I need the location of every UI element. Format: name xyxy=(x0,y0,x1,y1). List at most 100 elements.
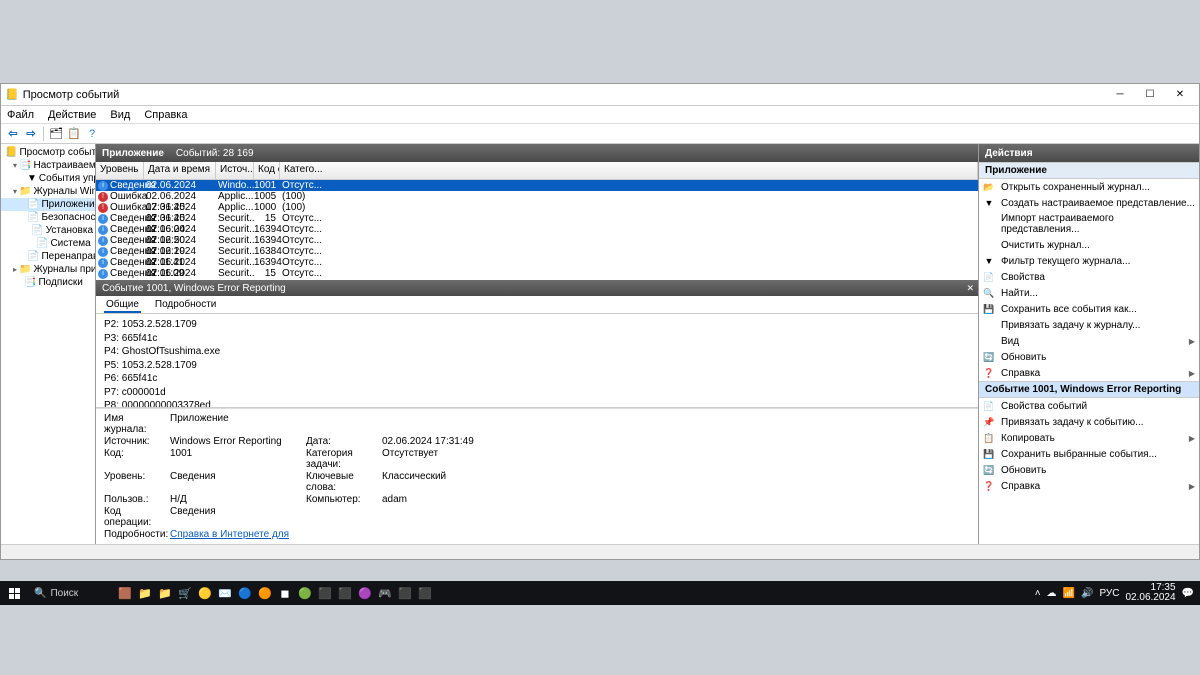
sound-icon[interactable]: 🔊 xyxy=(1081,588,1093,599)
action-item[interactable]: 📄Свойства событий xyxy=(979,398,1199,414)
menu-action[interactable]: Действие xyxy=(48,109,96,121)
grid-body[interactable]: iСведения02.06.2024 17:31:49Windo...1001… xyxy=(96,180,978,280)
detail-close-icon[interactable]: ✕ xyxy=(966,283,974,294)
h-scrollbar[interactable] xyxy=(1,544,1199,559)
tree-security[interactable]: 📄 Безопасность xyxy=(1,211,95,224)
menu-file[interactable]: Файл xyxy=(7,109,34,121)
tree-system[interactable]: 📄 Система xyxy=(1,237,95,250)
action-label: Привязать задачу к журналу... xyxy=(1001,320,1140,331)
tree-icon[interactable]: 🗂 xyxy=(48,126,64,142)
action-item[interactable]: 📌Привязать задачу к событию... xyxy=(979,414,1199,430)
taskbar-app-icon[interactable]: 🟫 xyxy=(116,584,134,602)
notifications-icon[interactable]: 💬 xyxy=(1182,588,1194,599)
system-tray[interactable]: ˄ ☁ 📶 🔊 РУС 17:35 02.06.2024 💬 xyxy=(1035,583,1200,604)
network-icon[interactable]: 📶 xyxy=(1063,588,1075,599)
tree-pane[interactable]: 📒 Просмотр событий (Локальн ▾📑 Настраива… xyxy=(1,144,96,544)
action-item[interactable]: 📋Копировать▶ xyxy=(979,430,1199,446)
action-item[interactable]: Вид▶ xyxy=(979,333,1199,349)
taskbar[interactable]: 🔍Поиск 🟫📁📁🛒🟡✉️🔵🟠◼🟢⬛⬛🟣🎮⬛⬛ ˄ ☁ 📶 🔊 РУС 17:… xyxy=(0,581,1200,605)
tab-details[interactable]: Подробности xyxy=(153,299,218,313)
tree-custom-views[interactable]: ▾📑 Настраиваемые представл xyxy=(1,159,95,172)
action-item[interactable]: ❓Справка▶ xyxy=(979,478,1199,494)
clock[interactable]: 17:35 02.06.2024 xyxy=(1125,583,1175,604)
col-code[interactable]: Код со... xyxy=(254,162,280,179)
taskbar-app-icon[interactable]: ◼ xyxy=(276,584,294,602)
table-row[interactable]: iСведения02.06.2024 17:10:57Securit...15… xyxy=(96,268,978,279)
taskbar-search[interactable]: 🔍Поиск xyxy=(28,588,108,599)
col-category[interactable]: Катего... xyxy=(280,162,978,179)
cloud-icon[interactable]: ☁ xyxy=(1047,588,1057,599)
taskbar-app-icon[interactable]: ⬛ xyxy=(316,584,334,602)
start-button[interactable] xyxy=(0,581,28,605)
taskbar-app-icon[interactable]: 🔵 xyxy=(236,584,254,602)
tree-windows-logs[interactable]: ▾📁 Журналы Windows xyxy=(1,185,95,198)
action-item[interactable]: 📄Свойства xyxy=(979,269,1199,285)
action-item[interactable]: 🔍Найти... xyxy=(979,285,1199,301)
menu-view[interactable]: Вид xyxy=(110,109,130,121)
info-icon: i xyxy=(98,181,108,191)
tree-forwarded[interactable]: 📄 Перенаправленные соб xyxy=(1,250,95,263)
help-icon[interactable]: ? xyxy=(84,126,100,142)
action-item[interactable]: Импорт настраиваемого представления... xyxy=(979,211,1199,237)
table-row[interactable]: !Ошибка02.06.2024 17:31:45Applic...1005(… xyxy=(96,191,978,202)
maximize-button[interactable]: ☐ xyxy=(1135,86,1165,104)
tab-general[interactable]: Общие xyxy=(104,299,141,313)
action-item[interactable]: 📂Открыть сохраненный журнал... xyxy=(979,179,1199,195)
table-row[interactable]: !Ошибка02.06.2024 17:31:45Applic...1000(… xyxy=(96,202,978,213)
table-row[interactable]: iСведения02.06.2024 17:16:04Securit...15… xyxy=(96,213,978,224)
tree-root[interactable]: 📒 Просмотр событий (Локальн xyxy=(1,146,95,159)
grid-columns[interactable]: Уровень Дата и время Источ... Код со... … xyxy=(96,162,978,180)
prop-opcode-value: Сведения xyxy=(170,506,502,528)
table-row[interactable]: iСведения02.06.2024 17:31:49Windo...1001… xyxy=(96,180,978,191)
more-help-link[interactable]: Справка в Интернете для xyxy=(170,529,289,540)
taskbar-app-icon[interactable]: 🟣 xyxy=(356,584,374,602)
forward-icon[interactable]: ⇨ xyxy=(23,126,39,142)
detail-body[interactable]: P2: 1053.2.528.1709P3: 665f41cP4: GhostO… xyxy=(96,314,978,408)
taskbar-app-icon[interactable]: 🛒 xyxy=(176,584,194,602)
taskbar-app-icon[interactable]: 🎮 xyxy=(376,584,394,602)
taskbar-app-icon[interactable]: 📁 xyxy=(136,584,154,602)
taskbar-app-icon[interactable]: ⬛ xyxy=(396,584,414,602)
action-item[interactable]: 💾Сохранить все события как... xyxy=(979,301,1199,317)
detail-header[interactable]: Событие 1001, Windows Error Reporting ✕ xyxy=(96,280,978,296)
action-item[interactable]: 🔄Обновить xyxy=(979,349,1199,365)
prop-source-value: Windows Error Reporting xyxy=(170,436,300,447)
taskbar-app-icon[interactable]: 🟢 xyxy=(296,584,314,602)
taskbar-app-icon[interactable]: 🟡 xyxy=(196,584,214,602)
table-row[interactable]: iСведения02.06.2024 17:11:41Securit...16… xyxy=(96,246,978,257)
col-source[interactable]: Источ... xyxy=(216,162,254,179)
tree-apps-services[interactable]: ▸📁 Журналы приложений и сл xyxy=(1,263,95,276)
action-item[interactable]: ❓Справка▶ xyxy=(979,365,1199,381)
taskbar-app-icon[interactable]: 📁 xyxy=(156,584,174,602)
action-item[interactable]: Очистить журнал... xyxy=(979,237,1199,253)
close-button[interactable]: ✕ xyxy=(1165,86,1195,104)
tree-subscriptions[interactable]: 📑 Подписки xyxy=(1,276,95,289)
tree-application[interactable]: 📄 Приложение xyxy=(1,198,95,211)
col-date[interactable]: Дата и время xyxy=(144,162,216,179)
tray-chevron-icon[interactable]: ˄ xyxy=(1035,588,1041,599)
taskbar-app-icon[interactable]: ⬛ xyxy=(336,584,354,602)
action-item[interactable]: 💾Сохранить выбранные события... xyxy=(979,446,1199,462)
action-item[interactable]: ▼Фильтр текущего журнала... xyxy=(979,253,1199,269)
minimize-button[interactable]: ─ xyxy=(1105,86,1135,104)
prop-code-value: 1001 xyxy=(170,448,300,470)
col-level[interactable]: Уровень xyxy=(96,162,144,179)
table-row[interactable]: iСведения02.06.2024 17:12:19Securit...16… xyxy=(96,235,978,246)
list-icon[interactable]: 📋 xyxy=(66,126,82,142)
table-row[interactable]: iСведения02.06.2024 17:11:09Securit...16… xyxy=(96,257,978,268)
action-label: Справка xyxy=(1001,481,1040,492)
lang-indicator[interactable]: РУС xyxy=(1099,588,1119,599)
tree-setup[interactable]: 📄 Установка xyxy=(1,224,95,237)
menu-help[interactable]: Справка xyxy=(144,109,187,121)
taskbar-app-icon[interactable]: 🟠 xyxy=(256,584,274,602)
action-icon: ▼ xyxy=(983,255,995,267)
taskbar-app-icon[interactable]: ⬛ xyxy=(416,584,434,602)
action-item[interactable]: Привязать задачу к журналу... xyxy=(979,317,1199,333)
action-item[interactable]: 🔄Обновить xyxy=(979,462,1199,478)
taskbar-app-icon[interactable]: ✉️ xyxy=(216,584,234,602)
action-item[interactable]: ▼Создать настраиваемое представление... xyxy=(979,195,1199,211)
table-row[interactable]: iСведения02.06.2024 17:12:50Securit...16… xyxy=(96,224,978,235)
back-icon[interactable]: ⇦ xyxy=(5,126,21,142)
title-bar[interactable]: 📒 Просмотр событий ─ ☐ ✕ xyxy=(1,84,1199,106)
tree-admin-events[interactable]: ▼ События управления xyxy=(1,172,95,185)
